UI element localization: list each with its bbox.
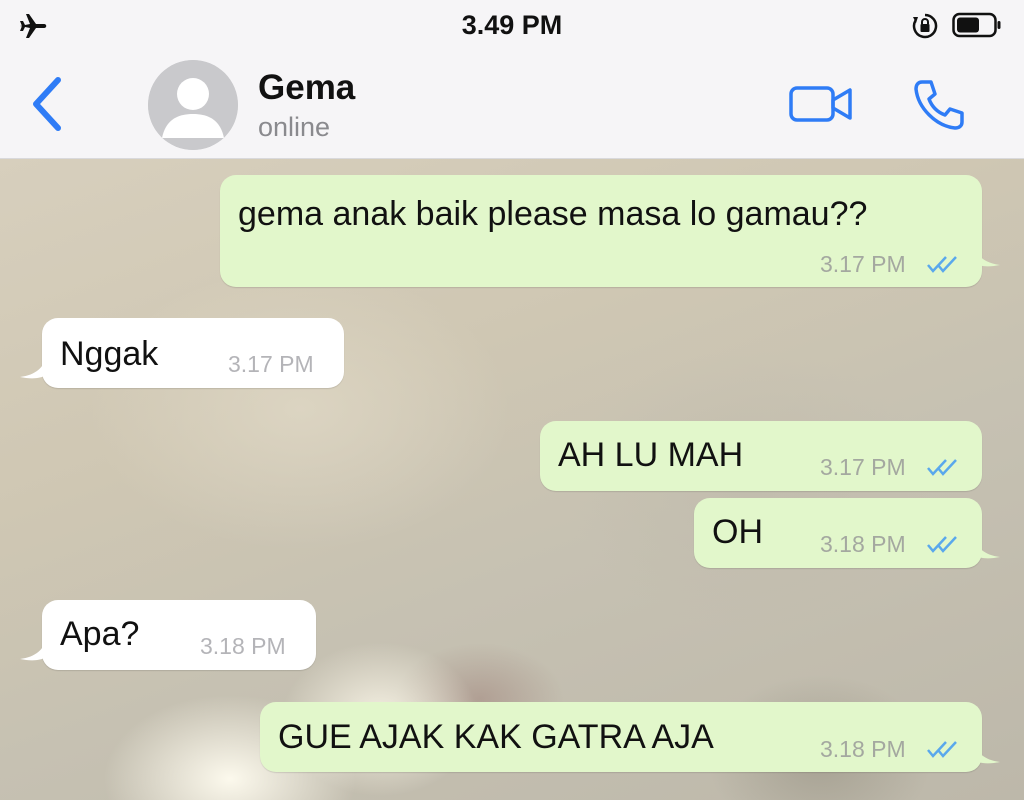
double-check-icon: [927, 459, 957, 476]
message-text: Nggak: [60, 335, 159, 373]
message-bubble-outgoing[interactable]: gema anak baik please masa lo gamau?? 3.…: [220, 175, 982, 287]
message-text: GUE AJAK KAK GATRA AJA: [278, 718, 714, 756]
message-time: 3.18 PM: [820, 531, 906, 557]
message-text: gema anak baik please masa lo gamau??: [238, 195, 868, 233]
double-check-icon: [927, 536, 957, 553]
back-chevron-icon[interactable]: [24, 74, 68, 134]
message-bubble-incoming[interactable]: Nggak 3.17 PM: [42, 318, 344, 388]
message-text: AH LU MAH: [558, 436, 744, 474]
message-text: Apa?: [60, 615, 140, 653]
bubble-tail: [974, 742, 1000, 764]
contact-name[interactable]: Gema: [258, 68, 355, 108]
rotation-lock-icon: [912, 13, 938, 39]
message-time: 3.17 PM: [820, 251, 906, 277]
contact-status: online: [258, 112, 331, 142]
message-bubble-outgoing[interactable]: OH 3.18 PM: [694, 498, 982, 568]
bubble-tail: [974, 537, 1000, 559]
chat-header: Gema online: [0, 52, 1024, 159]
status-bar: 3.49 PM: [0, 0, 1024, 52]
message-time: 3.18 PM: [820, 736, 906, 762]
message-text: OH: [712, 513, 763, 551]
message-time: 3.18 PM: [200, 633, 286, 659]
message-bubble-incoming[interactable]: Apa? 3.18 PM: [42, 600, 316, 670]
chat-area[interactable]: gema anak baik please masa lo gamau?? 3.…: [0, 159, 1024, 800]
battery-icon: [952, 12, 1001, 38]
bubble-tail: [20, 639, 46, 661]
status-time: 3.49 PM: [461, 10, 563, 40]
bubble-tail: [20, 357, 46, 379]
message-bubble-outgoing[interactable]: AH LU MAH 3.17 PM: [540, 421, 982, 491]
double-check-icon: [927, 256, 957, 273]
message-time: 3.17 PM: [228, 351, 314, 377]
avatar[interactable]: [148, 60, 238, 150]
double-check-icon: [927, 741, 957, 758]
avatar-placeholder-icon: [148, 60, 238, 150]
message-bubble-outgoing[interactable]: GUE AJAK KAK GATRA AJA 3.18 PM: [260, 702, 982, 772]
message-time: 3.17 PM: [820, 454, 906, 480]
video-camera-icon[interactable]: [788, 80, 854, 128]
phone-icon[interactable]: [912, 78, 966, 132]
bubble-tail: [974, 245, 1000, 267]
